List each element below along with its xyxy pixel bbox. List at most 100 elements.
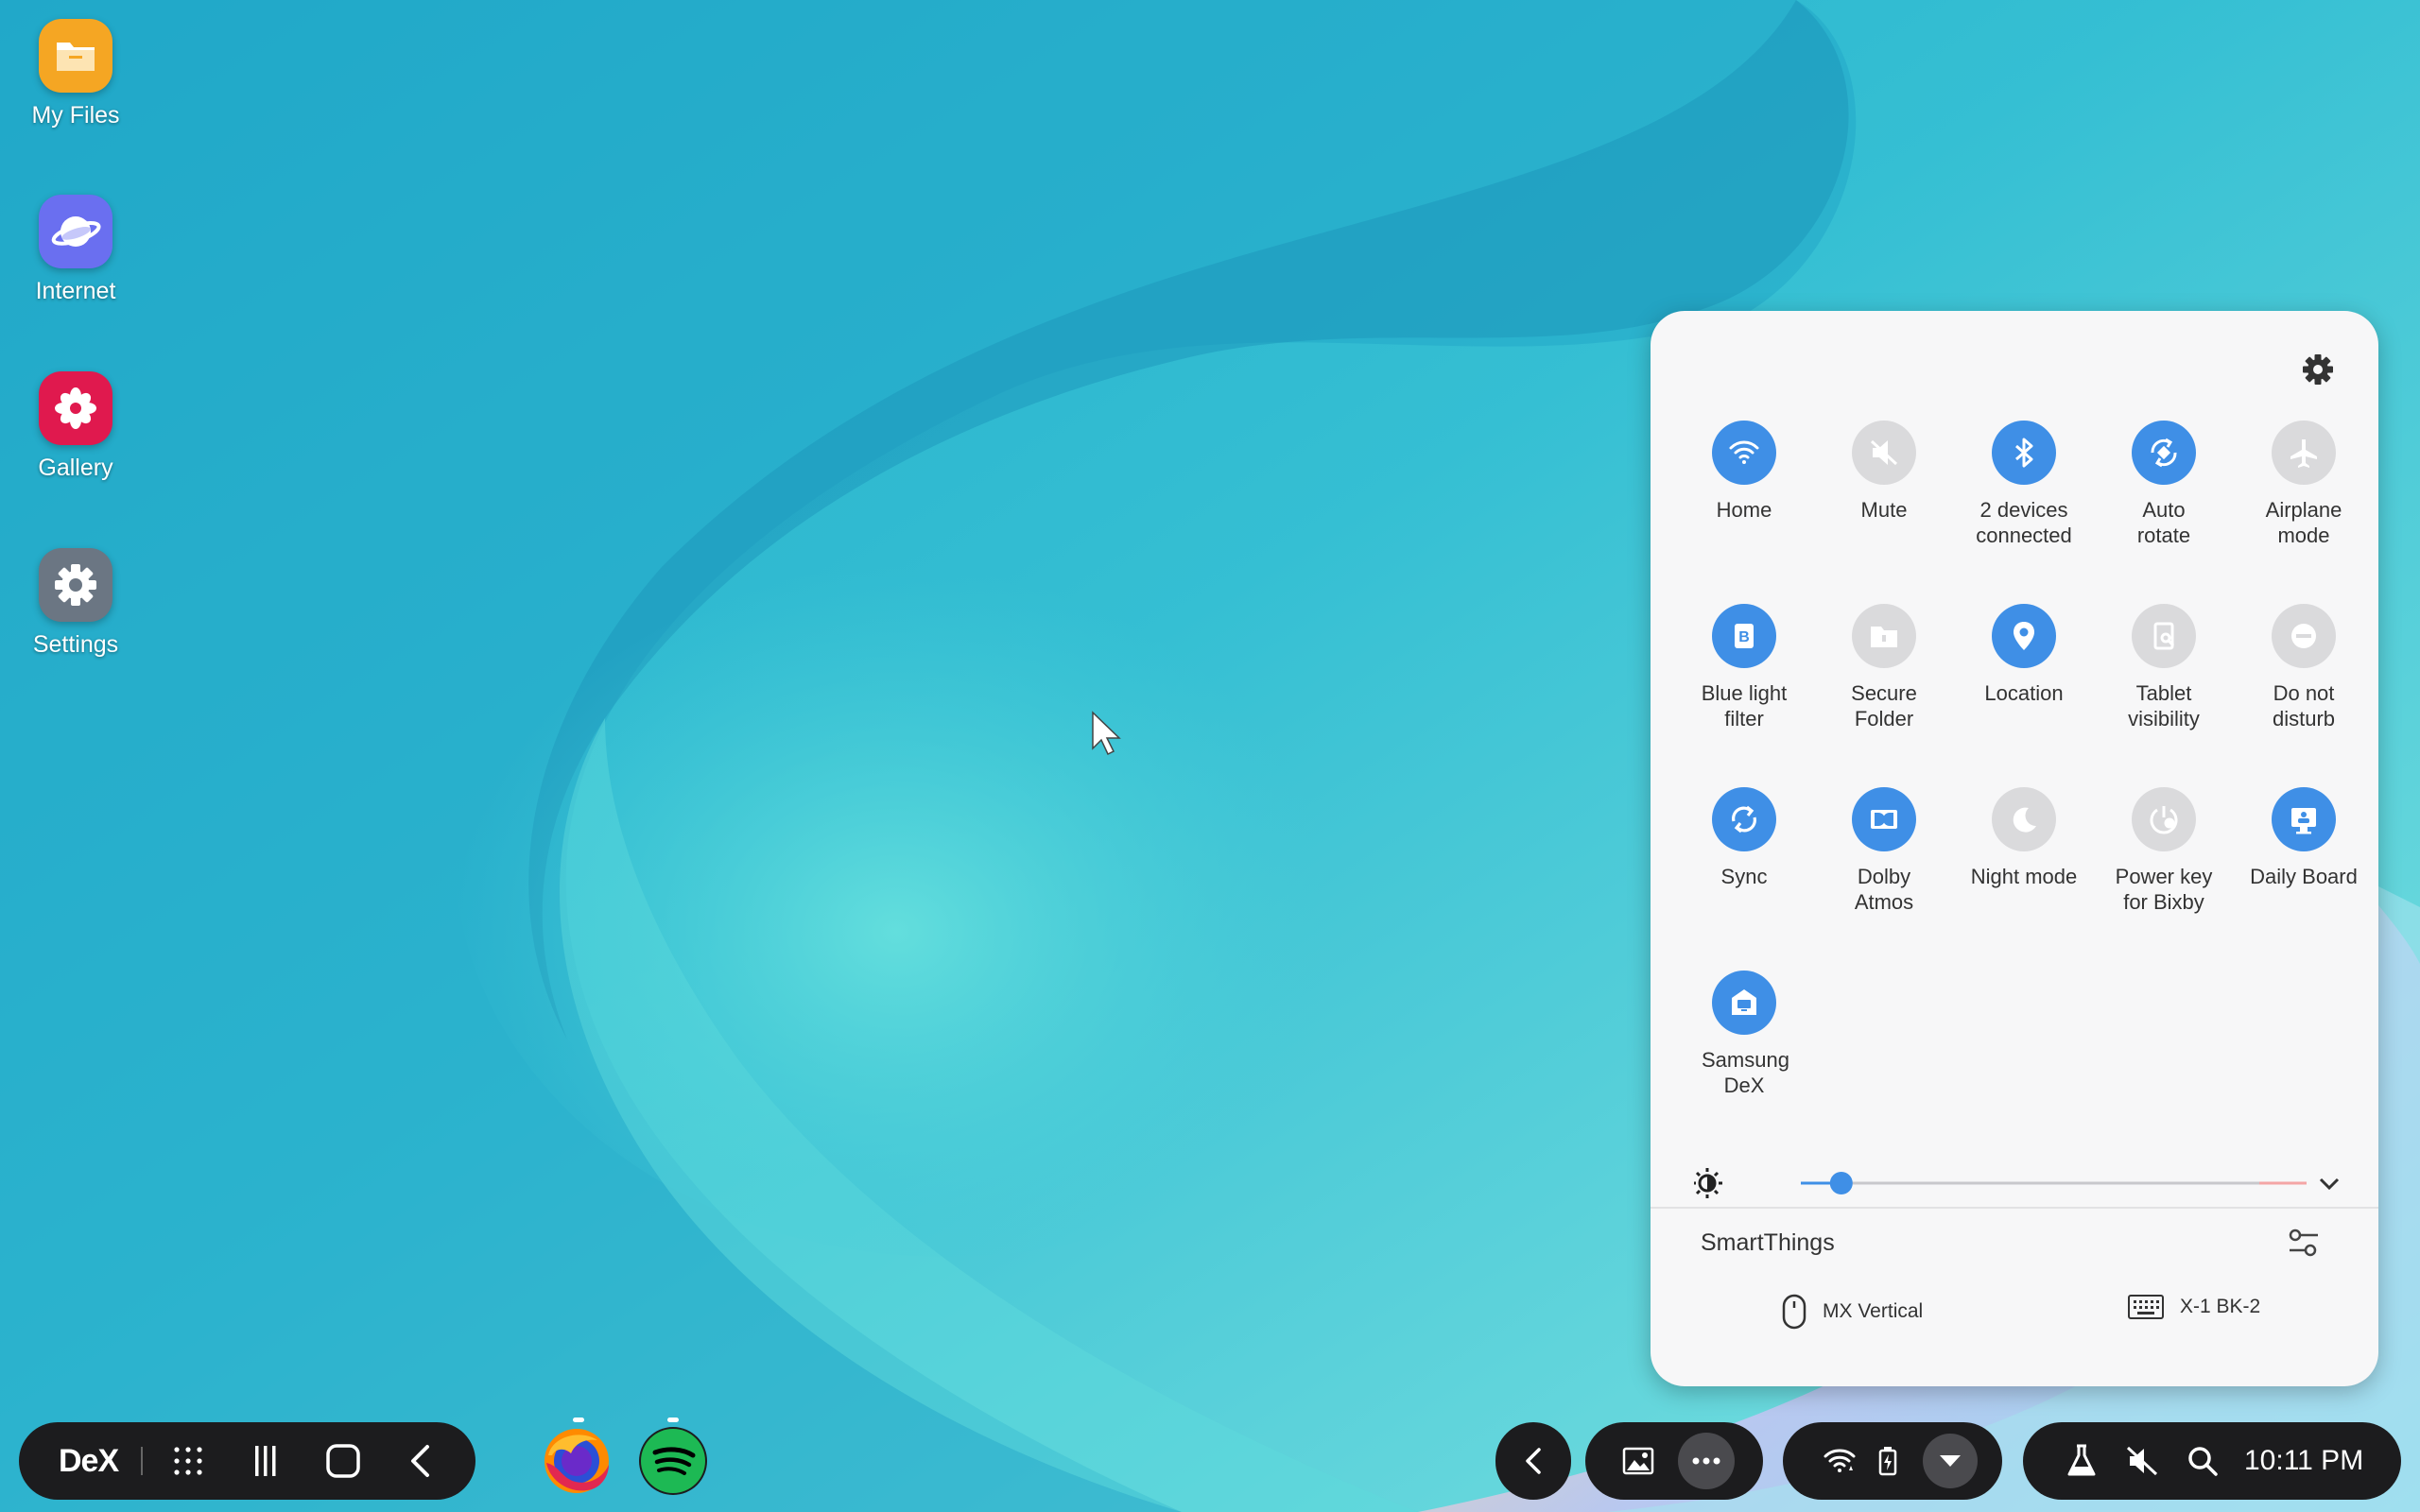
chevron-down-icon[interactable] [2316, 1171, 2342, 1197]
more-options-icon[interactable] [1678, 1433, 1735, 1489]
taskbar-system: 10:11 PM [2023, 1422, 2401, 1500]
desktop-icon-settings[interactable]: Settings [19, 548, 132, 659]
labs-flask-icon[interactable] [2063, 1442, 2100, 1480]
search-icon[interactable] [2184, 1442, 2221, 1480]
mouse-icon [1782, 1294, 1806, 1330]
tablet-visibility-icon [2132, 604, 2196, 668]
tile-daily-board[interactable]: Daily Board [2234, 787, 2374, 889]
blue-light-icon: B [1712, 604, 1776, 668]
tile-wifi[interactable]: Home [1674, 421, 1814, 523]
tile-airplane-mode[interactable]: Airplane mode [2234, 421, 2374, 548]
keyboard-icon [2128, 1295, 2164, 1319]
tile-mute[interactable]: Mute [1814, 421, 1954, 523]
tile-bluetooth[interactable]: 2 devices connected [1954, 421, 2094, 548]
auto-rotate-icon [2132, 421, 2196, 485]
smartthings-title: SmartThings [1701, 1229, 1835, 1256]
brightness-slider[interactable] [1801, 1172, 2307, 1194]
desktop-icon-label: Internet [35, 278, 116, 304]
firefox-icon[interactable] [543, 1421, 611, 1495]
brightness-slider-thumb [1829, 1172, 1853, 1194]
dex-icon [1712, 971, 1776, 1035]
tile-label: Power key for Bixby [2115, 865, 2213, 914]
desktop-icon-internet[interactable]: Internet [19, 195, 132, 305]
tile-label: Mute [1860, 498, 1908, 522]
clock[interactable]: 10:11 PM [2244, 1445, 2363, 1477]
svg-text:B: B [1738, 629, 1750, 645]
desktop-icon-label: Settings [32, 631, 119, 658]
tile-label: Dolby Atmos [1854, 865, 1914, 914]
battery-charging-icon[interactable] [1874, 1442, 1902, 1480]
taskbar-notifications [1585, 1422, 1763, 1500]
tile-label: Blue light filter [1701, 681, 1788, 730]
tile-tablet-visibility[interactable]: Tablet visibility [2094, 604, 2234, 731]
taskbar-navigation: DeX [19, 1422, 475, 1500]
settings-gear-icon[interactable] [2301, 352, 2335, 387]
tile-label: Tablet visibility [2128, 681, 2200, 730]
desktop-icon-my-files[interactable]: My Files [19, 19, 132, 129]
tile-label: Home [1716, 498, 1772, 522]
secure-folder-icon [1852, 604, 1916, 668]
smartthings-device-mouse[interactable]: MX Vertical [1781, 1294, 1923, 1330]
gallery-notification-icon[interactable] [1619, 1442, 1657, 1480]
back-icon[interactable] [402, 1442, 440, 1480]
airplane-icon [2272, 421, 2336, 485]
smartthings-device-keyboard[interactable]: X-1 BK-2 [2127, 1294, 2260, 1320]
wifi-icon [1712, 421, 1776, 485]
tile-sync[interactable]: Sync [1674, 787, 1814, 889]
taskbar-status [1783, 1422, 2002, 1500]
tile-label: Night mode [1970, 865, 2078, 888]
tile-samsung-dex[interactable]: Samsung DeX [1674, 971, 1814, 1098]
tile-power-key-bixby[interactable]: Power key for Bixby [2094, 787, 2234, 915]
desktop-icon-label: My Files [31, 102, 120, 129]
tile-label: Daily Board [2250, 865, 2358, 888]
tile-blue-light-filter[interactable]: B Blue light filter [1674, 604, 1814, 731]
tile-label: Location [1984, 681, 2064, 705]
tile-label: Samsung DeX [1702, 1048, 1789, 1097]
device-name: MX Vertical [1823, 1300, 1924, 1322]
home-icon[interactable] [324, 1442, 362, 1480]
spotify-icon[interactable] [639, 1427, 707, 1495]
running-indicator [573, 1418, 584, 1422]
folder-icon [39, 19, 112, 93]
quick-panel: Home Mute 2 devices connected Auto rotat… [1651, 311, 2378, 1386]
expand-quick-panel-icon[interactable] [1923, 1434, 1978, 1488]
wifi-status-icon[interactable] [1821, 1442, 1858, 1480]
mute-status-icon[interactable] [2123, 1442, 2161, 1480]
recent-apps-icon[interactable] [247, 1442, 285, 1480]
tile-night-mode[interactable]: Night mode [1954, 787, 2094, 889]
tile-location[interactable]: Location [1954, 604, 2094, 706]
chevron-left-icon[interactable] [1495, 1422, 1571, 1500]
taskbar-collapse [1495, 1422, 1571, 1500]
tile-label: Auto rotate [2136, 498, 2191, 547]
mute-icon [1852, 421, 1916, 485]
sync-icon [1712, 787, 1776, 851]
bixby-icon [2132, 787, 2196, 851]
smartthings-settings-icon[interactable] [2286, 1225, 2322, 1261]
brightness-icon [1692, 1168, 1722, 1198]
desktop-icon-label: Gallery [38, 455, 113, 481]
taskbar-separator [141, 1447, 144, 1475]
tile-auto-rotate[interactable]: Auto rotate [2094, 421, 2234, 548]
tile-label: Secure Folder [1851, 681, 1917, 730]
tile-secure-folder[interactable]: Secure Folder [1814, 604, 1954, 731]
gear-icon [39, 548, 112, 622]
bluetooth-icon [1992, 421, 2056, 485]
tile-do-not-disturb[interactable]: Do not disturb [2234, 604, 2374, 731]
tile-label: Do not disturb [2272, 681, 2336, 730]
running-indicator [667, 1418, 679, 1422]
apps-grid-icon[interactable] [169, 1442, 207, 1480]
dolby-icon [1852, 787, 1916, 851]
moon-icon [1992, 787, 2056, 851]
device-name: X-1 BK-2 [2180, 1296, 2261, 1317]
tile-label: Airplane mode [2265, 498, 2342, 547]
planet-icon [39, 195, 112, 268]
desktop-icon-gallery[interactable]: Gallery [19, 371, 132, 482]
dex-button[interactable]: DeX [59, 1443, 119, 1480]
location-pin-icon [1992, 604, 2056, 668]
flower-icon [39, 371, 112, 445]
tile-label: 2 devices connected [1976, 498, 2072, 547]
tile-label: Sync [1720, 865, 1768, 888]
brightness-control [1692, 1164, 2337, 1202]
tile-dolby-atmos[interactable]: Dolby Atmos [1814, 787, 1954, 915]
panel-divider [1651, 1207, 2378, 1209]
